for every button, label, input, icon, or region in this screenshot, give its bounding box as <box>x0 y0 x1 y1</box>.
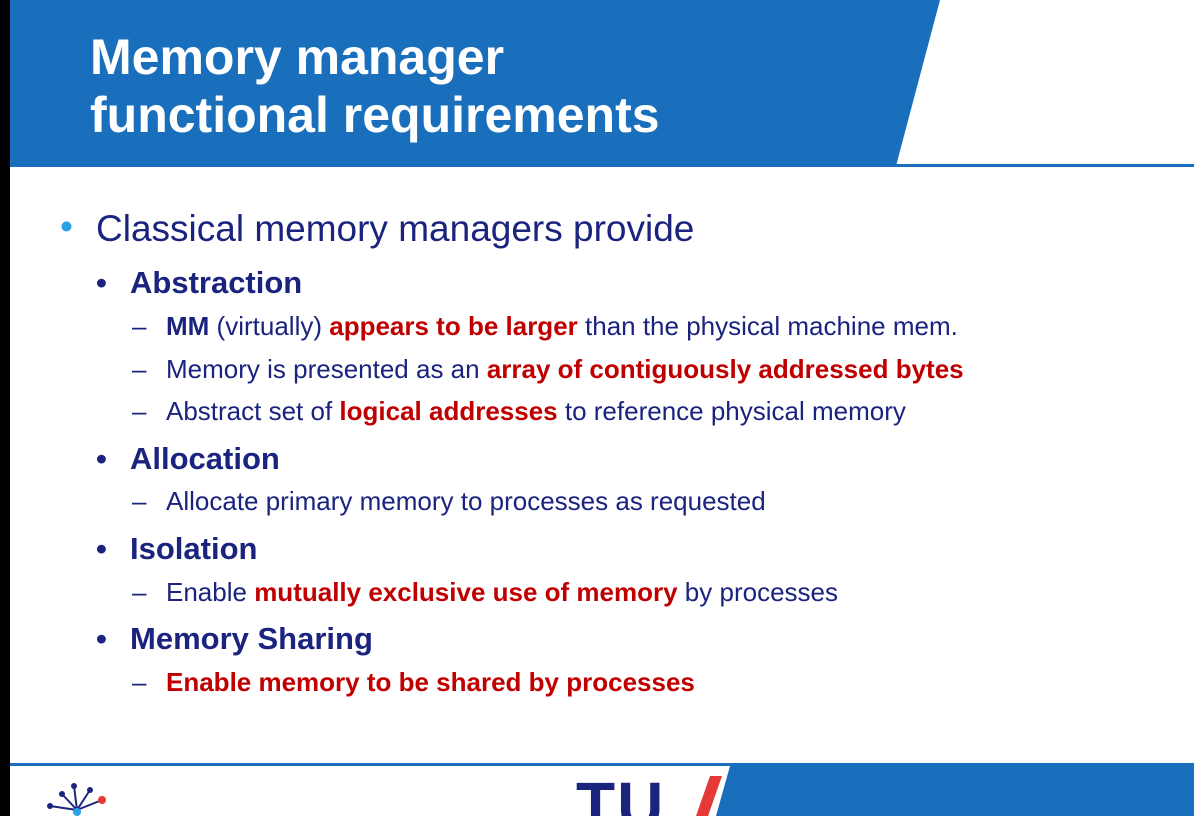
section-heading-text: Allocation <box>130 441 280 476</box>
item-text: Allocate primary memory to processes as … <box>166 486 766 516</box>
section-heading-memory-sharing: • Memory Sharing <box>96 621 373 657</box>
tu-logo: TU <box>576 769 666 816</box>
list-item: – Allocate primary memory to processes a… <box>132 486 766 517</box>
item-text: by processes <box>677 577 838 607</box>
item-text: than the physical machine mem. <box>577 311 958 341</box>
dash-icon: – <box>132 396 147 426</box>
dash-icon: – <box>132 667 147 697</box>
list-item: – Abstract set of logical addresses to r… <box>132 396 906 427</box>
item-text: Abstract set of <box>166 396 340 426</box>
item-text-bold: MM <box>166 311 210 341</box>
item-text-emphasis: appears to be larger <box>329 311 578 341</box>
item-text-emphasis: array of contiguously addressed bytes <box>486 354 964 384</box>
section-heading-text: Abstraction <box>130 265 303 300</box>
dash-icon: – <box>132 577 147 607</box>
bullet-level-1: • Classical memory managers provide <box>60 206 695 250</box>
section-heading-isolation: • Isolation <box>96 531 258 567</box>
network-logo-icon <box>47 783 106 816</box>
list-item: – Enable memory to be shared by processe… <box>132 667 695 698</box>
slide: Memory manager functional requirements •… <box>10 0 1194 816</box>
item-text: (virtually) <box>209 311 330 341</box>
item-text: to reference physical memory <box>557 396 906 426</box>
slide-body: • Classical memory managers provide • Ab… <box>10 0 1194 760</box>
item-text: Enable <box>166 577 255 607</box>
bullet-dot-icon: • <box>96 531 107 566</box>
section-heading-allocation: • Allocation <box>96 441 280 477</box>
bullet-dot-icon: • <box>96 265 107 300</box>
bullet-dot-icon: • <box>96 441 107 476</box>
section-heading-text: Isolation <box>130 531 258 566</box>
item-text-emphasis: Enable memory to be shared by processes <box>166 667 695 697</box>
intro-text: Classical memory managers provide <box>96 208 695 249</box>
section-heading-abstraction: • Abstraction <box>96 265 303 301</box>
dash-icon: – <box>132 486 147 516</box>
list-item: – Enable mutually exclusive use of memor… <box>132 577 838 608</box>
item-text-emphasis: mutually exclusive use of memory <box>254 577 678 607</box>
item-text-emphasis: logical addresses <box>339 396 558 426</box>
dash-icon: – <box>132 311 147 341</box>
list-item: – MM (virtually) appears to be larger th… <box>132 311 958 342</box>
item-text: Memory is presented as an <box>166 354 487 384</box>
dash-icon: – <box>132 354 147 384</box>
bullet-dot-icon: • <box>96 621 107 656</box>
bullet-dot-icon: • <box>60 206 73 247</box>
list-item: – Memory is presented as an array of con… <box>132 354 964 385</box>
section-heading-text: Memory Sharing <box>130 621 373 656</box>
